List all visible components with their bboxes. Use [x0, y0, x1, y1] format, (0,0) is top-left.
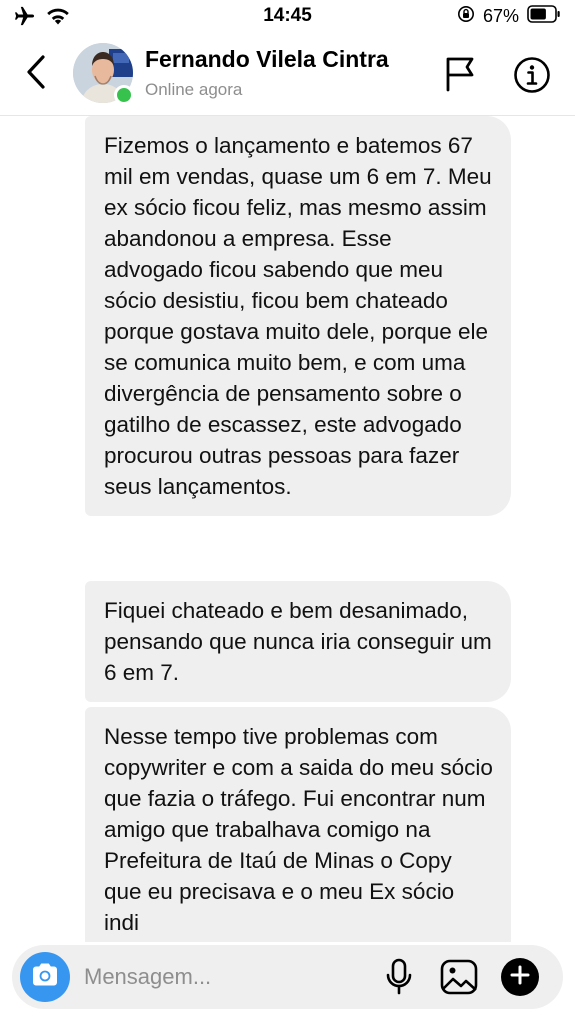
camera-button[interactable]: [20, 952, 70, 1002]
message-composer: [12, 945, 563, 1009]
microphone-icon: [385, 958, 413, 1000]
gallery-icon: [440, 959, 478, 999]
online-indicator: [114, 85, 134, 105]
status-right: 67%: [457, 5, 561, 28]
contact-name[interactable]: Fernando Vilela Cintra: [145, 46, 389, 73]
info-button[interactable]: [513, 56, 551, 94]
contact-status: Online agora: [145, 80, 243, 99]
more-options-button[interactable]: [501, 958, 539, 996]
back-chevron-icon: [25, 54, 47, 95]
message-bubble[interactable]: Fizemos o lançamento e batemos 67 mil em…: [85, 116, 511, 516]
report-flag-button[interactable]: [443, 56, 479, 94]
voice-message-button[interactable]: [385, 958, 413, 996]
message-bubble[interactable]: Nesse tempo tive problemas com copywrite…: [85, 707, 511, 942]
message-input[interactable]: [84, 957, 374, 997]
chat-header: Fernando Vilela Cintra Online agora: [0, 34, 575, 116]
contact-avatar-button[interactable]: [73, 43, 135, 105]
plus-icon: [510, 965, 530, 990]
info-icon: [513, 57, 551, 98]
gallery-button[interactable]: [440, 959, 478, 995]
flag-icon: [443, 57, 477, 96]
battery-percent: 67%: [482, 6, 519, 26]
camera-icon: [30, 962, 60, 993]
message-thread[interactable]: Fizemos o lançamento e batemos 67 mil em…: [0, 116, 575, 942]
battery-icon: [527, 5, 561, 28]
message-bubble[interactable]: Fiquei chateado e bem desanimado, pensan…: [85, 581, 511, 702]
back-button[interactable]: [18, 52, 54, 96]
orientation-lock-icon: [457, 5, 475, 28]
status-bar: 14:45 67%: [0, 0, 575, 34]
